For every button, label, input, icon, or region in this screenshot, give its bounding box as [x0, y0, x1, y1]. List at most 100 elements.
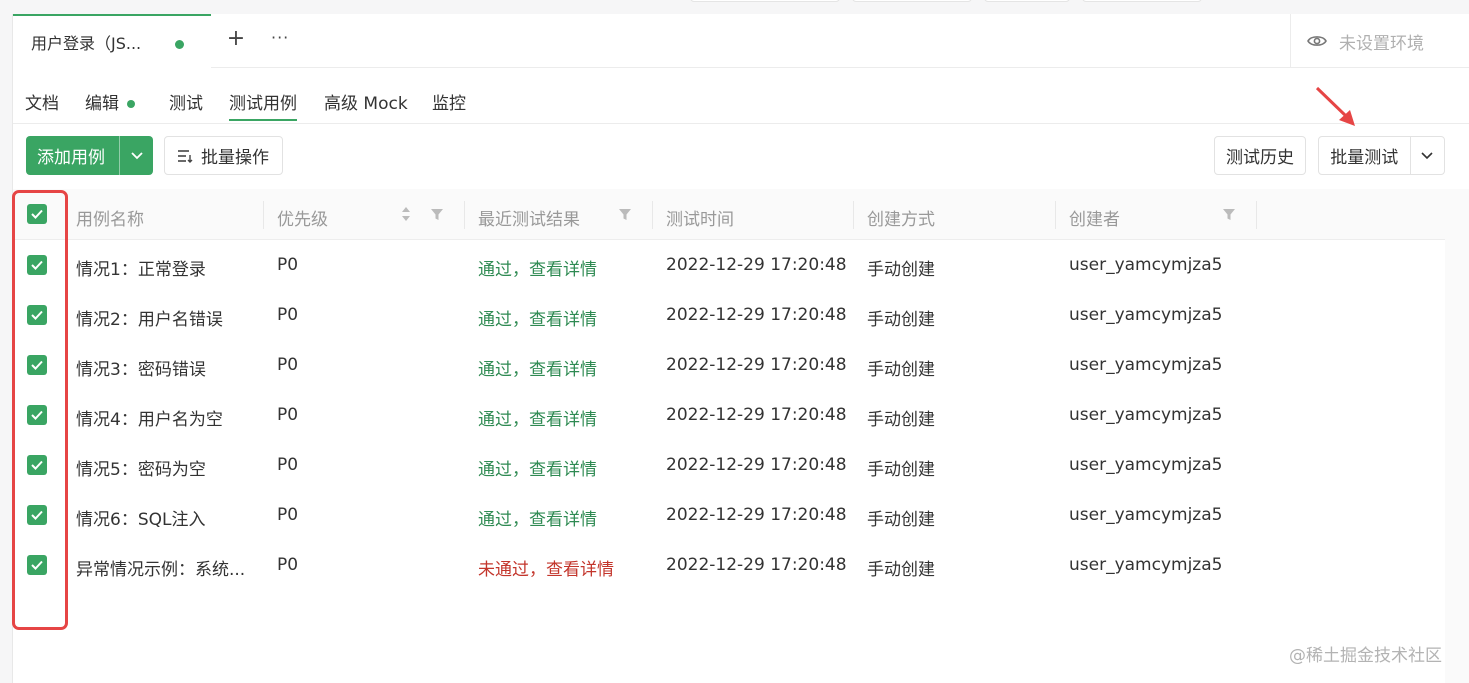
table-header: 用例名称 优先级 最近测试结果 测试时间 创建方式 创建者 — [13, 189, 1445, 240]
add-case-dropdown-button[interactable] — [119, 136, 153, 175]
column-divider — [464, 201, 465, 229]
case-name[interactable]: 情况2：用户名错误 — [76, 305, 223, 330]
subtab-docs[interactable]: 文档 — [25, 89, 59, 114]
table-row[interactable]: 情况5：密码为空 P0 通过，查看详情 2022-12-29 17:20:48 … — [13, 440, 1445, 490]
column-header-creator[interactable]: 创建者 — [1069, 205, 1120, 230]
test-history-button[interactable]: 测试历史 — [1214, 136, 1306, 175]
case-create-method: 手动创建 — [867, 560, 935, 580]
table-scroll-gutter — [1445, 189, 1469, 683]
subtab-test[interactable]: 测试 — [169, 89, 203, 114]
eye-icon — [1307, 36, 1327, 46]
case-create-method: 手动创建 — [867, 510, 935, 530]
case-creator: user_yamcymjza5 — [1069, 305, 1223, 325]
case-creator: user_yamcymjza5 — [1069, 405, 1223, 425]
table-row[interactable]: 情况2：用户名错误 P0 通过，查看详情 2022-12-29 17:20:48… — [13, 290, 1445, 340]
case-result-link[interactable]: 通过，查看详情 — [478, 505, 597, 530]
add-case-button[interactable]: 添加用例 — [26, 136, 153, 175]
add-tab-button[interactable]: + — [225, 28, 247, 50]
column-header-create-method[interactable]: 创建方式 — [867, 205, 935, 230]
case-create-method: 手动创建 — [867, 460, 935, 480]
sort-icon[interactable] — [401, 206, 411, 222]
table-row[interactable]: 情况1：正常登录 P0 通过，查看详情 2022-12-29 17:20:48 … — [13, 240, 1445, 290]
case-name[interactable]: 情况1：正常登录 — [76, 255, 206, 280]
case-name[interactable]: 情况3：密码错误 — [76, 355, 206, 380]
case-result-link[interactable]: 通过，查看详情 — [478, 455, 597, 480]
tab-bar: 用户登录（JS... + ··· 未设置环境 — [13, 14, 1469, 68]
annotation-arrow-icon — [1315, 86, 1355, 126]
case-priority: P0 — [277, 255, 299, 275]
list-icon — [178, 149, 193, 163]
case-priority: P0 — [277, 455, 299, 475]
case-creator: user_yamcymjza5 — [1069, 355, 1223, 375]
table-row[interactable]: 情况4：用户名为空 P0 通过，查看详情 2022-12-29 17:20:48… — [13, 390, 1445, 440]
subtab-advanced-mock[interactable]: 高级 Mock — [324, 89, 408, 114]
case-result-link[interactable]: 通过，查看详情 — [478, 355, 597, 380]
table-row[interactable]: 情况6：SQL注入 P0 通过，查看详情 2022-12-29 17:20:48… — [13, 490, 1445, 540]
filter-icon[interactable] — [430, 208, 444, 221]
column-divider — [853, 201, 854, 229]
case-priority: P0 — [277, 405, 299, 425]
top-strip-chip — [1082, 0, 1202, 2]
subtab-test-cases[interactable]: 测试用例 — [229, 89, 297, 121]
subtab-edit[interactable]: 编辑 — [85, 89, 135, 114]
main-panel: 用户登录（JS... + ··· 未设置环境 文档 编辑 测试 测试用例 高级 … — [12, 14, 1469, 683]
case-name[interactable]: 异常情况示例：系统... — [76, 555, 245, 580]
case-creator: user_yamcymjza5 — [1069, 555, 1223, 575]
sub-tabs: 文档 编辑 测试 测试用例 高级 Mock 监控 — [13, 68, 1469, 124]
case-name[interactable]: 情况5：密码为空 — [76, 455, 206, 480]
column-divider — [1055, 201, 1056, 229]
case-test-time: 2022-12-29 17:20:48 — [666, 355, 847, 375]
case-test-time: 2022-12-29 17:20:48 — [666, 555, 847, 575]
checkbox-column-highlight — [12, 190, 68, 630]
environment-selector[interactable]: 未设置环境 — [1290, 14, 1469, 68]
case-create-method: 手动创建 — [867, 360, 935, 380]
case-create-method: 手动创建 — [867, 410, 935, 430]
case-result-link[interactable]: 通过，查看详情 — [478, 305, 597, 330]
column-header-name[interactable]: 用例名称 — [76, 205, 144, 230]
case-creator: user_yamcymjza5 — [1069, 505, 1223, 525]
case-test-time: 2022-12-29 17:20:48 — [666, 255, 847, 275]
tab-title: 用户登录（JS... — [31, 34, 142, 53]
batch-operation-label: 批量操作 — [201, 148, 269, 168]
batch-test-button[interactable]: 批量测试 — [1318, 136, 1445, 175]
column-divider — [1256, 201, 1257, 229]
batch-operation-button[interactable]: 批量操作 — [164, 136, 283, 175]
column-divider — [263, 201, 264, 229]
top-strip-chip — [984, 0, 1070, 2]
environment-label: 未设置环境 — [1339, 33, 1424, 54]
case-result-link[interactable]: 未通过，查看详情 — [478, 555, 614, 580]
unsaved-dot-icon — [175, 40, 184, 49]
tab-user-login[interactable]: 用户登录（JS... — [13, 14, 211, 68]
filter-icon[interactable] — [1222, 208, 1236, 221]
case-result-link[interactable]: 通过，查看详情 — [478, 255, 597, 280]
case-result-link[interactable]: 通过，查看详情 — [478, 405, 597, 430]
case-creator: user_yamcymjza5 — [1069, 255, 1223, 275]
case-test-time: 2022-12-29 17:20:48 — [666, 505, 847, 525]
more-tabs-button[interactable]: ··· — [271, 28, 289, 47]
case-name[interactable]: 情况6：SQL注入 — [76, 505, 205, 530]
case-test-time: 2022-12-29 17:20:48 — [666, 405, 847, 425]
filter-icon[interactable] — [618, 208, 632, 221]
chevron-down-icon — [1421, 151, 1433, 159]
case-test-time: 2022-12-29 17:20:48 — [666, 455, 847, 475]
case-creator: user_yamcymjza5 — [1069, 455, 1223, 475]
edit-dot-icon — [127, 100, 135, 108]
case-test-time: 2022-12-29 17:20:48 — [666, 305, 847, 325]
case-priority: P0 — [277, 305, 299, 325]
column-divider — [652, 201, 653, 229]
case-priority: P0 — [277, 555, 299, 575]
case-name[interactable]: 情况4：用户名为空 — [76, 405, 223, 430]
add-case-label: 添加用例 — [37, 148, 105, 168]
top-strip-chip — [852, 0, 972, 2]
batch-test-dropdown-button[interactable] — [1409, 137, 1444, 174]
case-create-method: 手动创建 — [867, 260, 935, 280]
column-header-test-time[interactable]: 测试时间 — [666, 205, 734, 230]
table-row[interactable]: 情况3：密码错误 P0 通过，查看详情 2022-12-29 17:20:48 … — [13, 340, 1445, 390]
column-header-priority[interactable]: 优先级 — [277, 205, 328, 230]
column-header-last-result[interactable]: 最近测试结果 — [478, 205, 580, 230]
case-priority: P0 — [277, 505, 299, 525]
watermark: @稀土掘金技术社区 — [1289, 646, 1442, 666]
table-row[interactable]: 异常情况示例：系统... P0 未通过，查看详情 2022-12-29 17:2… — [13, 540, 1445, 590]
subtab-edit-label: 编辑 — [85, 94, 119, 114]
subtab-monitor[interactable]: 监控 — [432, 89, 466, 114]
